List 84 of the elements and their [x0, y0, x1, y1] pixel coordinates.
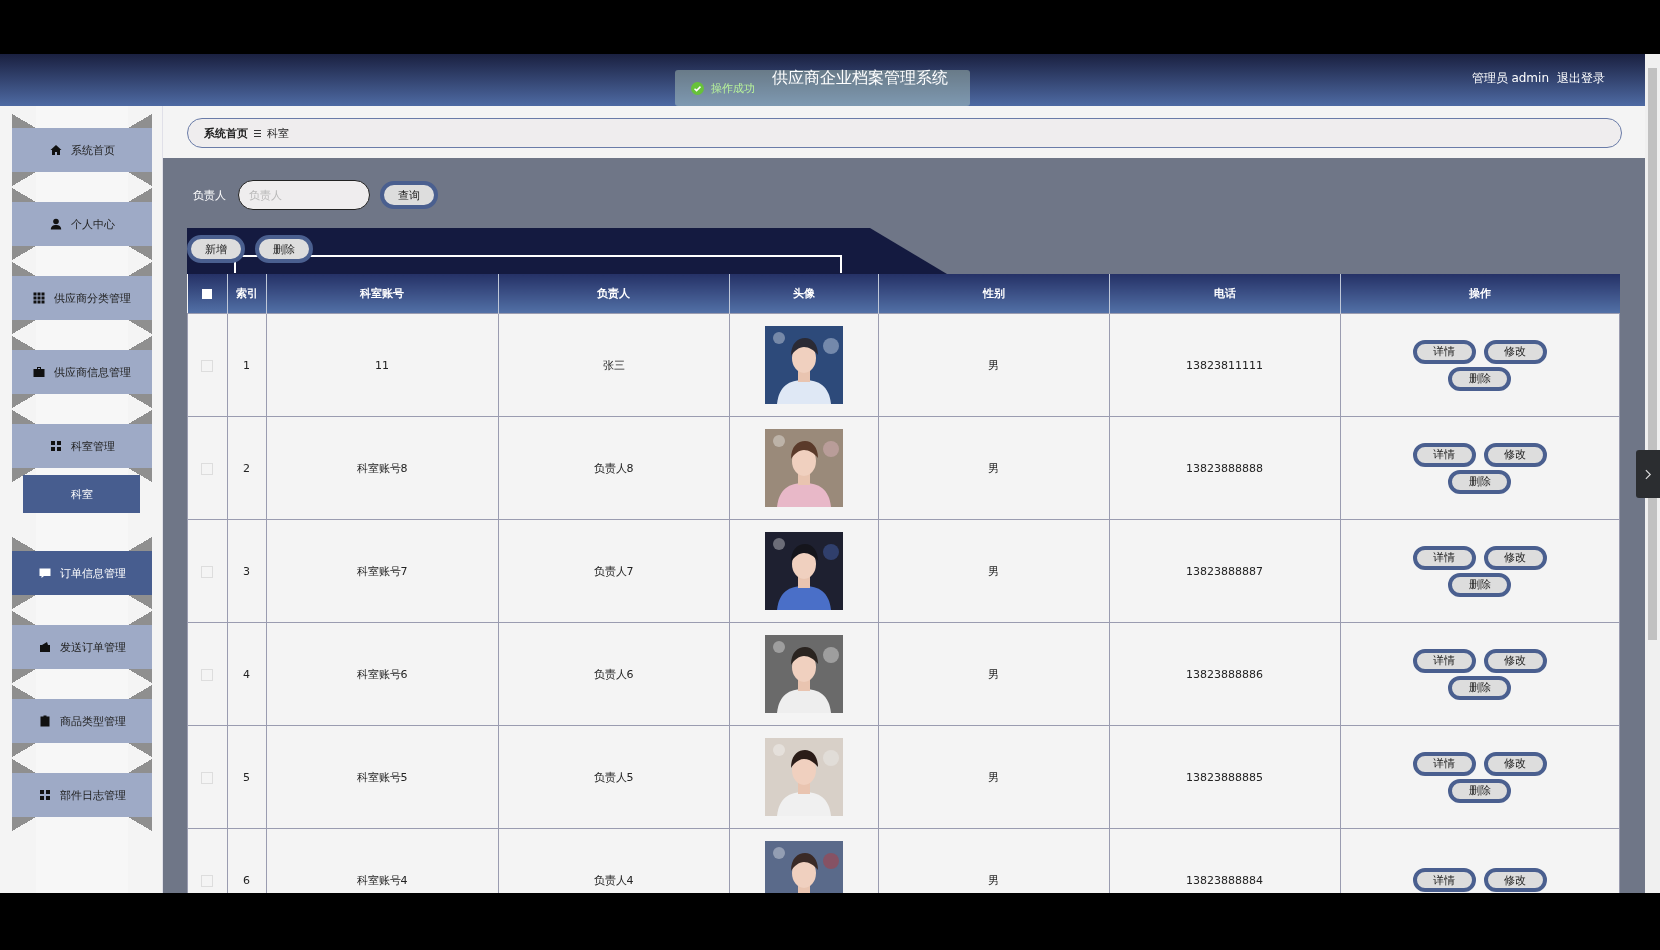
delete-button[interactable]: 删除	[1448, 778, 1512, 803]
details-button[interactable]: 详情	[1412, 442, 1476, 467]
column-header: 电话	[1109, 274, 1340, 314]
sidebar-subitem[interactable]: 科室	[23, 475, 140, 513]
table-cell: 5	[227, 725, 266, 829]
column-header: 索引	[227, 274, 266, 314]
person-icon	[49, 218, 62, 230]
column-header: 头像	[729, 274, 878, 314]
table-cell: 3	[227, 519, 266, 623]
column-header: 科室账号	[266, 274, 498, 314]
table-cell: 2	[227, 416, 266, 520]
details-button[interactable]: 详情	[1412, 751, 1476, 776]
system-title: 供应商企业档案管理系统	[772, 68, 948, 89]
table-cell: 负责人8	[498, 416, 729, 520]
side-panel-tab[interactable]	[1636, 450, 1660, 498]
edit-button[interactable]: 修改	[1483, 751, 1547, 776]
table-cell: 负责人6	[498, 622, 729, 726]
table-cell: 男	[878, 416, 1109, 520]
details-button[interactable]: 详情	[1412, 648, 1476, 673]
breadcrumb-text: 科室	[267, 125, 289, 141]
table-cell: 男	[878, 313, 1109, 417]
edit-button[interactable]: 修改	[1483, 442, 1547, 467]
search-label: 负责人	[193, 187, 226, 203]
sidebar-item[interactable]: 供应商信息管理	[12, 350, 152, 394]
table-cell: 负责人5	[498, 725, 729, 829]
toast-message: 操作成功	[711, 80, 755, 96]
table-cell: 男	[878, 622, 1109, 726]
table-cell: 11	[266, 313, 498, 417]
column-header: 性别	[878, 274, 1109, 314]
table-cell: 男	[878, 725, 1109, 829]
query-button[interactable]: 查询	[380, 181, 438, 209]
column-header: 操作	[1340, 274, 1620, 314]
separator-icon	[254, 128, 261, 138]
scrollbar-thumb[interactable]	[1648, 68, 1657, 640]
check-circle-icon	[691, 81, 704, 95]
user-name: 管理员 admin	[1471, 70, 1549, 87]
grid-icon	[38, 789, 51, 801]
edit-button[interactable]: 修改	[1483, 648, 1547, 673]
scrollbar[interactable]	[1645, 54, 1660, 893]
table-cell: 科室账号8	[266, 416, 498, 520]
breadcrumb-link[interactable]: 系统首页	[204, 125, 248, 141]
sidebar-item[interactable]: 系统首页	[12, 128, 152, 172]
table-cell: 13823888887	[1109, 519, 1340, 623]
grid-icon	[33, 292, 45, 304]
details-button[interactable]: 详情	[1412, 868, 1476, 892]
edit-button[interactable]: 修改	[1483, 339, 1547, 364]
table-cell: 4	[227, 622, 266, 726]
grid-icon	[49, 440, 62, 452]
edit-button[interactable]: 修改	[1483, 545, 1547, 570]
sidebar-item[interactable]: 科室管理	[12, 424, 152, 468]
chevron-right-icon	[1644, 468, 1652, 480]
delete-button[interactable]: 删除	[1448, 366, 1512, 391]
table-cell: 13823888888	[1109, 416, 1340, 520]
table-cell: 科室账号5	[266, 725, 498, 829]
table-cell: 13823811111	[1109, 313, 1340, 417]
home-icon	[49, 144, 62, 156]
table-cell: 科室账号6	[266, 622, 498, 726]
table-cell: 负责人7	[498, 519, 729, 623]
sidebar-item[interactable]: 供应商分类管理	[12, 276, 152, 320]
table-cell: 科室账号7	[266, 519, 498, 623]
sidebar-item[interactable]: 部件日志管理	[12, 773, 152, 817]
sidebar-item[interactable]: 发送订单管理	[12, 625, 152, 669]
sidebar-item[interactable]: 商品类型管理	[12, 699, 152, 743]
delete-button[interactable]: 删除	[255, 235, 313, 263]
chat-icon	[38, 567, 51, 579]
table-cell: 男	[878, 519, 1109, 623]
sidebar-item[interactable]: 个人中心	[12, 202, 152, 246]
column-header: 负责人	[498, 274, 729, 314]
sidebar-item[interactable]: 订单信息管理	[12, 551, 152, 595]
briefcase-icon	[33, 366, 45, 378]
delete-button[interactable]: 删除	[1448, 572, 1512, 597]
details-button[interactable]: 详情	[1412, 545, 1476, 570]
table-cell: 13823888885	[1109, 725, 1340, 829]
delete-button[interactable]: 删除	[1448, 675, 1512, 700]
edit-button[interactable]: 修改	[1483, 868, 1547, 892]
logout-link[interactable]: 退出登录	[1557, 70, 1605, 87]
table-cell: 13823888886	[1109, 622, 1340, 726]
select-all-checkbox[interactable]	[202, 289, 212, 299]
details-button[interactable]: 详情	[1412, 339, 1476, 364]
delete-button[interactable]: 删除	[1448, 469, 1512, 494]
table-cell: 1	[227, 313, 266, 417]
add-button[interactable]: 新增	[187, 235, 245, 263]
table-cell: 张三	[498, 313, 729, 417]
clipboard-icon	[38, 715, 51, 727]
